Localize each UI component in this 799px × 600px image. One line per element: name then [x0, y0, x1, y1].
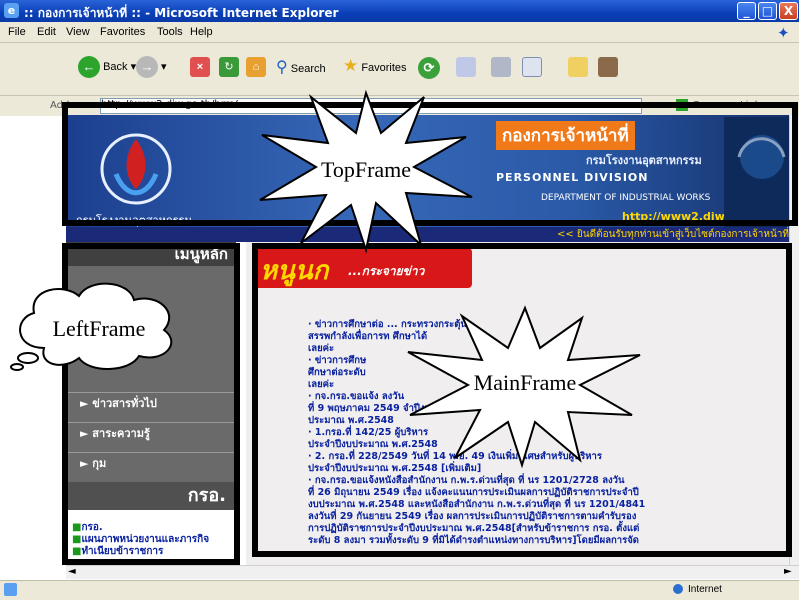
menu-file[interactable]: File [8, 26, 26, 38]
topframe-callout: TopFrame [259, 89, 473, 254]
media-icon[interactable]: ⟳ [418, 57, 440, 79]
refresh-icon[interactable]: ↻ [219, 57, 239, 77]
folder-icon[interactable] [568, 57, 588, 77]
stop-icon[interactable]: × [190, 57, 210, 77]
favorites-label: Favorites [361, 62, 407, 74]
menu-edit[interactable]: Edit [37, 26, 56, 38]
back-arrow-icon: ← [78, 56, 100, 78]
back-label: Back [103, 60, 128, 73]
scroll-right-icon[interactable]: ► [784, 566, 792, 577]
edit-icon[interactable] [522, 57, 542, 77]
close-button[interactable]: X [779, 2, 798, 20]
leftframe-label: LeftFrame [53, 316, 146, 341]
search-button[interactable]: ⚲ Search [276, 57, 326, 77]
back-button[interactable]: ← Back ▾ [78, 56, 136, 78]
maximize-button[interactable]: □ [758, 2, 777, 20]
menu-tools[interactable]: Tools [157, 26, 183, 38]
menu-bar: File Edit View Favorites Tools Help ✦ [0, 22, 799, 43]
horizontal-scrollbar[interactable]: ◄ ► [66, 565, 799, 579]
window-title: :: กองการเจ้าหน้าที่ :: - Microsoft Inte… [24, 6, 339, 20]
favorites-button[interactable]: ★ Favorites [343, 56, 407, 76]
forward-arrow-icon: → [136, 56, 158, 78]
windows-flag-icon: ✦ [777, 24, 790, 42]
scroll-left-icon[interactable]: ◄ [68, 566, 76, 577]
status-bar: Internet [0, 580, 799, 600]
menu-favorites[interactable]: Favorites [100, 26, 145, 38]
research-icon[interactable] [598, 57, 618, 77]
page-icon [4, 583, 17, 596]
mainframe-label: MainFrame [474, 370, 577, 395]
search-icon: ⚲ [276, 59, 288, 76]
menu-view[interactable]: View [66, 26, 90, 38]
zone-label: Internet [688, 584, 722, 595]
minimize-button[interactable]: _ [737, 2, 756, 20]
favorites-star-icon: ★ [343, 56, 359, 75]
topframe-label: TopFrame [321, 157, 411, 182]
ie-logo-icon: e [4, 3, 19, 18]
menu-help[interactable]: Help [190, 26, 213, 38]
search-label: Search [290, 63, 326, 75]
title-bar[interactable]: e :: กองการเจ้าหน้าที่ :: - Microsoft In… [0, 0, 799, 22]
internet-zone-icon [673, 584, 683, 594]
mail-icon[interactable] [456, 57, 476, 77]
mainframe-callout: MainFrame [407, 305, 641, 469]
leftframe-callout: LeftFrame [10, 282, 173, 371]
print-icon[interactable] [491, 57, 511, 77]
home-icon[interactable]: ⌂ [246, 57, 266, 77]
forward-button[interactable]: → ▾ [136, 56, 167, 78]
